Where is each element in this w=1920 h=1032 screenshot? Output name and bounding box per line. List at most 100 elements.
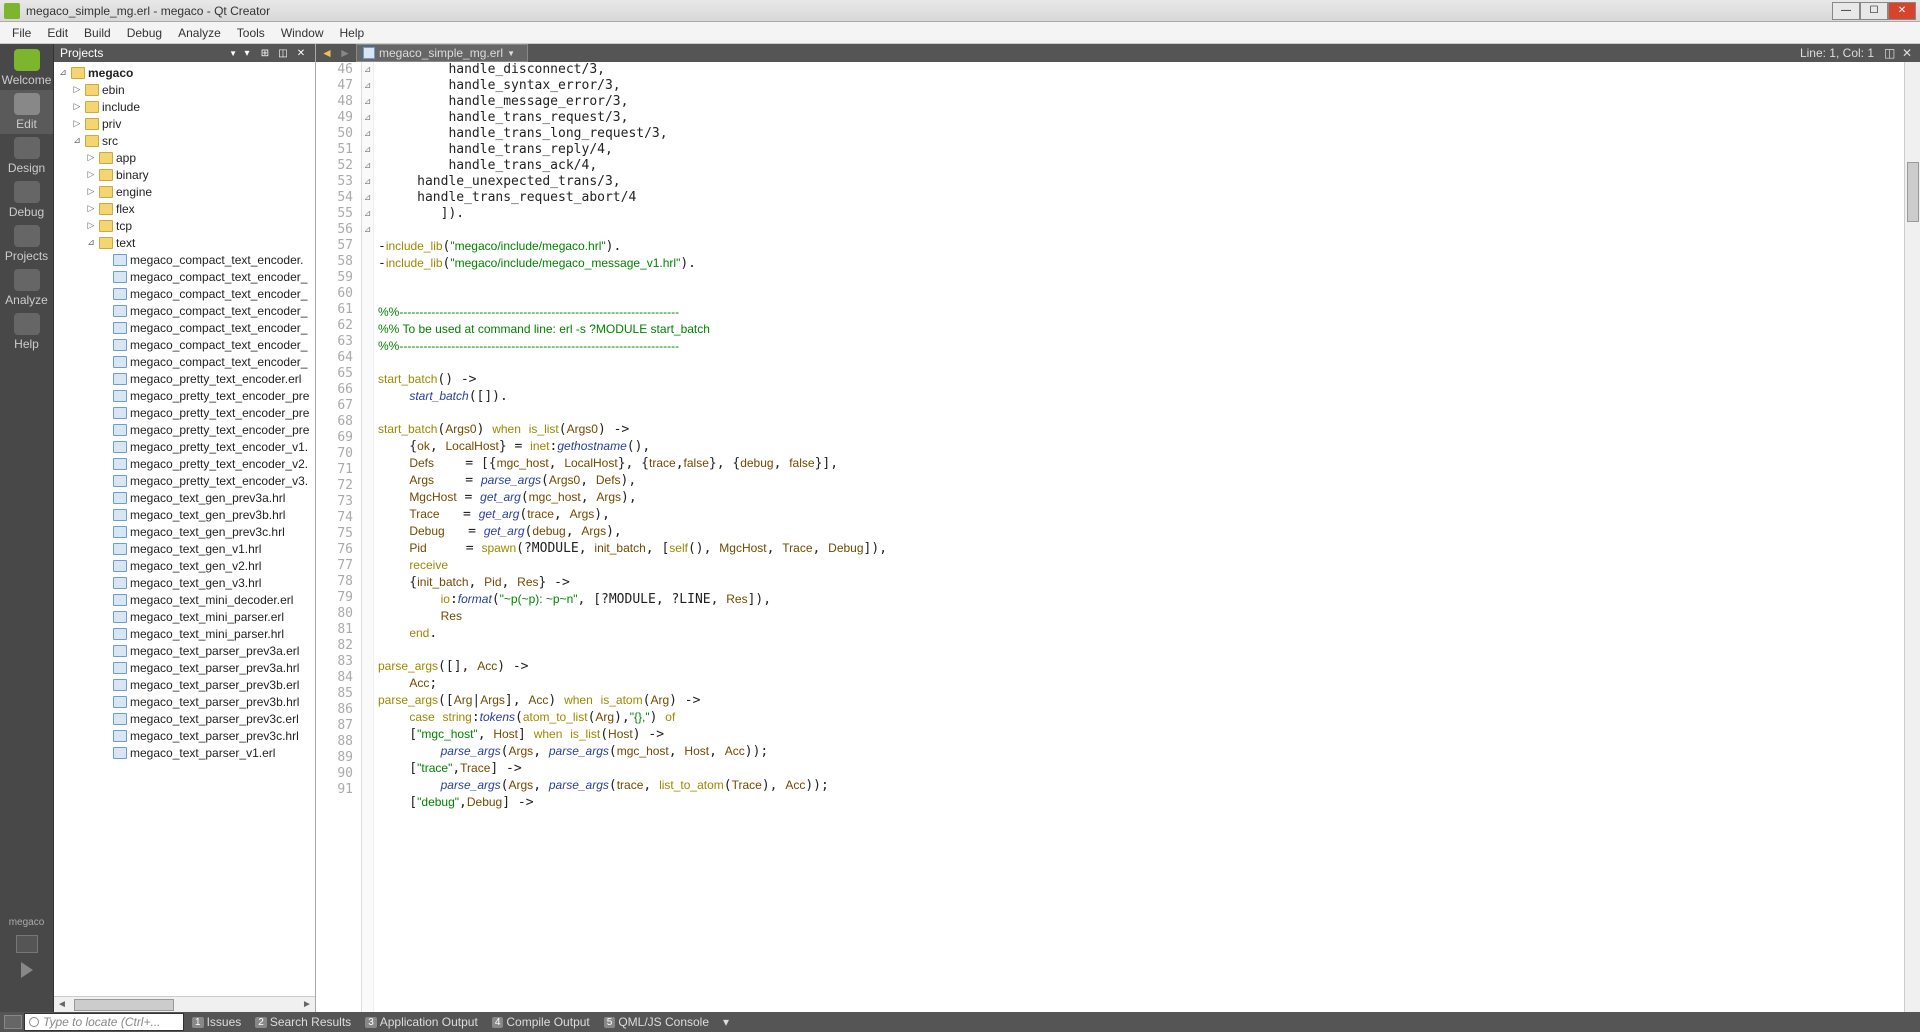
build-button[interactable] [0, 984, 53, 1012]
fold-column[interactable]: ⊿ ⊿ ⊿ ⊿ ⊿ ⊿ ⊿ ⊿ ⊿ ⊿ ⊿ [362, 62, 374, 1012]
split-button[interactable]: ◫ [275, 46, 291, 60]
maximize-button[interactable]: ☐ [1860, 2, 1888, 20]
file-node[interactable]: megaco_text_parser_prev3a.hrl [54, 659, 315, 676]
folder-node[interactable]: ⊿src [54, 132, 315, 149]
file-node[interactable]: megaco_pretty_text_encoder.erl [54, 370, 315, 387]
file-node[interactable]: megaco_pretty_text_encoder_v3. [54, 472, 315, 489]
mode-help[interactable]: Help [0, 310, 53, 354]
filter-button[interactable]: ▾ [239, 46, 255, 60]
locator-input[interactable]: Type to locate (Ctrl+... [24, 1013, 184, 1031]
mode-label: Help [14, 337, 39, 351]
minimize-button[interactable]: — [1832, 2, 1860, 20]
file-node[interactable]: megaco_text_mini_parser.hrl [54, 625, 315, 642]
file-node[interactable]: megaco_pretty_text_encoder_pre [54, 404, 315, 421]
menu-help[interactable]: Help [332, 24, 373, 42]
folder-node[interactable]: ⊿text [54, 234, 315, 251]
folder-node[interactable]: ▷engine [54, 183, 315, 200]
folder-node[interactable]: ⊿megaco [54, 64, 315, 81]
file-node[interactable]: megaco_text_gen_prev3b.hrl [54, 506, 315, 523]
folder-node[interactable]: ▷tcp [54, 217, 315, 234]
output-selector[interactable]: ▾ [717, 1014, 735, 1030]
file-node[interactable]: megaco_compact_text_encoder_ [54, 268, 315, 285]
mode-debug[interactable]: Debug [0, 178, 53, 222]
close-panel-button[interactable]: ✕ [293, 46, 309, 60]
file-node[interactable]: megaco_text_gen_prev3a.hrl [54, 489, 315, 506]
file-node[interactable]: megaco_text_parser_prev3a.erl [54, 642, 315, 659]
file-node[interactable]: megaco_compact_text_encoder_ [54, 285, 315, 302]
folder-node[interactable]: ▷include [54, 98, 315, 115]
menubar: File Edit Build Debug Analyze Tools Wind… [0, 22, 1920, 44]
code-editor[interactable]: 46 47 48 49 50 51 52 53 54 55 56 57 58 5… [316, 62, 1920, 1012]
mode-label: Debug [9, 205, 44, 219]
folder-node[interactable]: ▷priv [54, 115, 315, 132]
file-node[interactable]: megaco_compact_text_encoder_ [54, 336, 315, 353]
design-icon [14, 137, 40, 159]
folder-node[interactable]: ▷flex [54, 200, 315, 217]
mode-projects[interactable]: Projects [0, 222, 53, 266]
menu-file[interactable]: File [4, 24, 39, 42]
file-node[interactable]: megaco_text_gen_v3.hrl [54, 574, 315, 591]
folder-node[interactable]: ▷app [54, 149, 315, 166]
mode-design[interactable]: Design [0, 134, 53, 178]
nav-forward-button[interactable]: ► [338, 46, 352, 60]
file-node[interactable]: megaco_text_parser_prev3b.hrl [54, 693, 315, 710]
file-node[interactable]: megaco_pretty_text_encoder_pre [54, 387, 315, 404]
file-node[interactable]: megaco_text_gen_v1.hrl [54, 540, 315, 557]
close-button[interactable]: ✕ [1888, 2, 1916, 20]
search-results-tab[interactable]: 2Search Results [249, 1014, 357, 1030]
file-node[interactable]: megaco_text_gen_v2.hrl [54, 557, 315, 574]
projects-title: Projects [60, 46, 229, 60]
compile-output-tab[interactable]: 4Compile Output [486, 1014, 596, 1030]
file-node[interactable]: megaco_compact_text_encoder_ [54, 319, 315, 336]
cursor-position[interactable]: Line: 1, Col: 1 [1794, 46, 1880, 60]
split-editor-button[interactable]: ◫ [1884, 46, 1898, 60]
file-node[interactable]: megaco_text_parser_v1.erl [54, 744, 315, 761]
file-node[interactable]: megaco_compact_text_encoder_ [54, 302, 315, 319]
erl-file-icon [363, 47, 375, 59]
file-node[interactable]: megaco_compact_text_encoder_ [54, 353, 315, 370]
project-tree[interactable]: ⊿megaco▷ebin▷include▷priv⊿src▷app▷binary… [54, 62, 315, 996]
file-node[interactable]: megaco_text_parser_prev3c.hrl [54, 727, 315, 744]
bottom-bar: Type to locate (Ctrl+... 1Issues 2Search… [0, 1012, 1920, 1032]
menu-tools[interactable]: Tools [229, 24, 273, 42]
mode-label: Design [8, 161, 45, 175]
mode-analyze[interactable]: Analyze [0, 266, 53, 310]
issues-tab[interactable]: 1Issues [186, 1014, 247, 1030]
horizontal-scrollbar[interactable]: ◄► [54, 996, 315, 1012]
menu-window[interactable]: Window [273, 24, 332, 42]
file-node[interactable]: megaco_compact_text_encoder. [54, 251, 315, 268]
nav-back-button[interactable]: ◄ [320, 46, 334, 60]
toggle-sidebar-button[interactable] [4, 1015, 22, 1029]
file-selector[interactable]: megaco_simple_mg.erl ▼ [356, 44, 528, 62]
sync-button[interactable]: ⊞ [257, 46, 273, 60]
mode-label: Edit [16, 117, 37, 131]
kit-selector[interactable] [0, 932, 53, 956]
welcome-icon [14, 49, 40, 71]
file-node[interactable]: megaco_text_mini_parser.erl [54, 608, 315, 625]
folder-node[interactable]: ▷ebin [54, 81, 315, 98]
menu-debug[interactable]: Debug [119, 24, 170, 42]
menu-analyze[interactable]: Analyze [170, 24, 229, 42]
projects-header: Projects ▼ ▾ ⊞ ◫ ✕ [54, 44, 315, 62]
kit-label: megaco [0, 913, 53, 932]
qml-console-tab[interactable]: 5QML/JS Console [598, 1014, 715, 1030]
file-node[interactable]: megaco_text_mini_decoder.erl [54, 591, 315, 608]
app-output-tab[interactable]: 3Application Output [359, 1014, 484, 1030]
file-node[interactable]: megaco_pretty_text_encoder_v2. [54, 455, 315, 472]
file-node[interactable]: megaco_text_parser_prev3c.erl [54, 710, 315, 727]
menu-build[interactable]: Build [76, 24, 119, 42]
mode-edit[interactable]: Edit [0, 90, 53, 134]
file-node[interactable]: megaco_pretty_text_encoder_pre [54, 421, 315, 438]
file-node[interactable]: megaco_text_gen_prev3c.hrl [54, 523, 315, 540]
file-node[interactable]: megaco_pretty_text_encoder_v1. [54, 438, 315, 455]
run-button[interactable] [0, 956, 53, 984]
mode-welcome[interactable]: Welcome [0, 46, 53, 90]
close-editor-button[interactable]: ✕ [1902, 46, 1916, 60]
file-node[interactable]: megaco_text_parser_prev3b.erl [54, 676, 315, 693]
mode-label: Analyze [5, 293, 48, 307]
folder-node[interactable]: ▷binary [54, 166, 315, 183]
vertical-scrollbar[interactable] [1904, 62, 1920, 1012]
line-gutter: 46 47 48 49 50 51 52 53 54 55 56 57 58 5… [316, 62, 362, 1012]
menu-edit[interactable]: Edit [39, 24, 76, 42]
code-content[interactable]: handle_disconnect/3, handle_syntax_error… [374, 62, 1904, 1012]
